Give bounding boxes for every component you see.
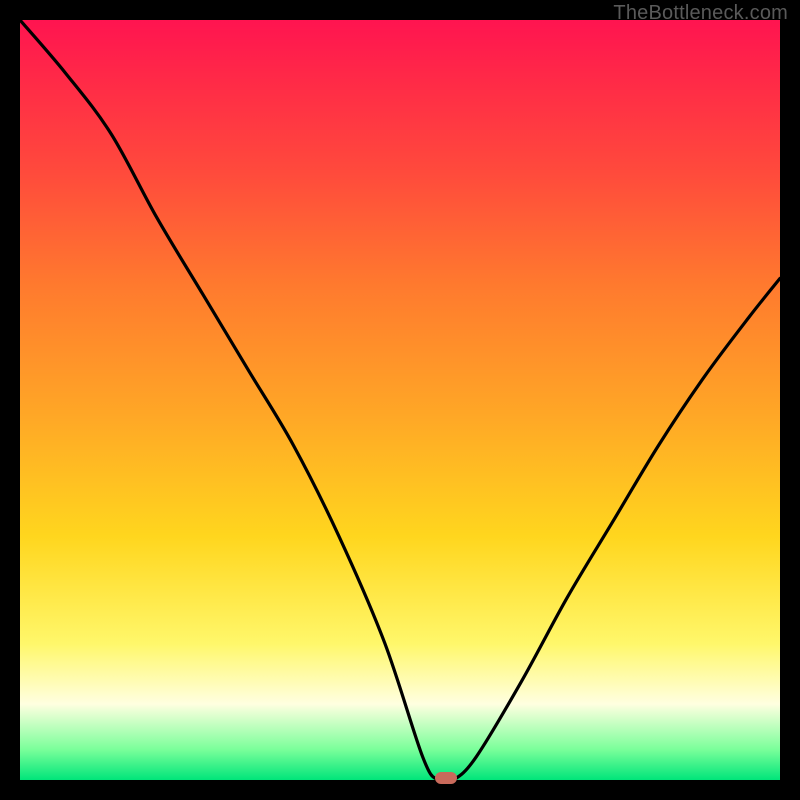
minimum-marker	[435, 772, 457, 784]
bottleneck-curve	[20, 20, 780, 780]
plot-area	[20, 20, 780, 780]
chart-frame: TheBottleneck.com	[0, 0, 800, 800]
